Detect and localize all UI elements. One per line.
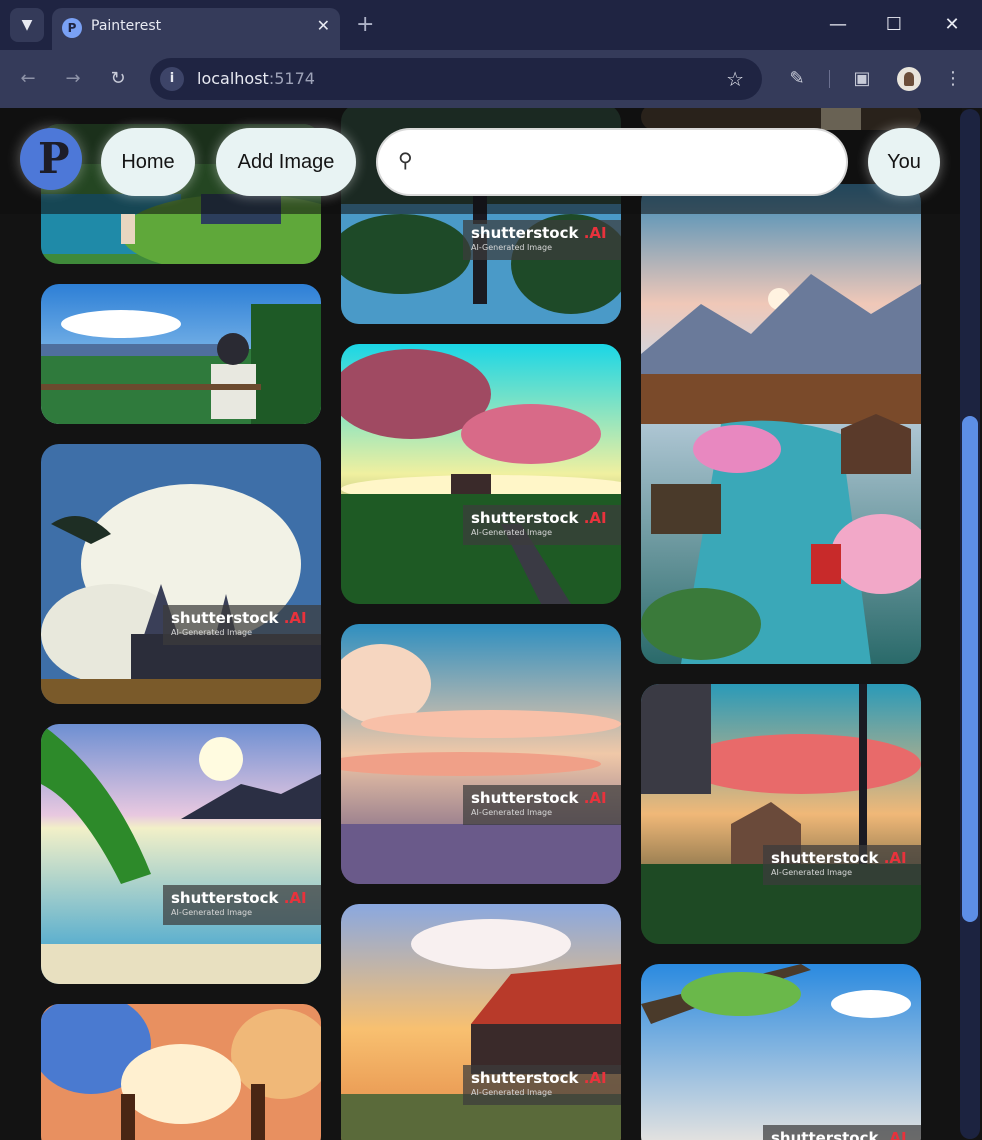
url-port: :5174 [268,69,315,88]
site-info-icon[interactable]: i [160,67,184,91]
watermark-subtitle: AI-Generated Image [471,528,553,537]
url-host: localhost [197,69,269,88]
browser-toolbar: ← → ↻ i localhost:5174 ☆ ✎ ▣ ⋮ [0,50,982,108]
minimize-icon[interactable]: — [823,12,853,38]
watermark: shutterstock .AI AI-Generated Image [163,605,321,645]
reload-icon[interactable]: ↻ [105,66,131,92]
address-bar[interactable]: i localhost:5174 ☆ [150,58,762,100]
pin-image[interactable]: shutterstock .AI AI-Generated Image [41,724,321,984]
watermark-subtitle: AI-Generated Image [171,628,253,637]
watermark-subtitle: AI-Generated Image [771,868,853,877]
pin-image[interactable] [41,1004,321,1140]
anime-castle-clouds-image [41,444,321,704]
watermark-brand: shutterstock .AI [771,1129,907,1140]
tab-title: Painterest [91,18,162,34]
you-button[interactable]: You [868,128,940,196]
watermark-brand: shutterstock .AI [471,1069,607,1087]
watermark-brand: shutterstock .AI [471,509,607,527]
pin-image[interactable]: shutterstock .AI AI-Generated Image [641,964,921,1140]
bookmark-star-icon[interactable]: ☆ [726,66,744,92]
anime-mountain-lake-village-image [641,184,921,664]
watermark-brand: shutterstock .AI [771,849,907,867]
search-input[interactable] [432,140,828,186]
close-tab-icon[interactable]: ✕ [317,17,330,35]
watermark: shutterstock .AI AI-Generated Image [463,505,621,545]
pin-image[interactable]: shutterstock .AI AI-Generated Image [341,344,621,604]
forward-icon[interactable]: → [60,66,86,92]
watermark: shutterstock .AI AI-Generated Image [763,845,921,885]
anime-blue-sky-branches-image [641,964,921,1140]
url-text[interactable]: localhost:5174 [197,69,315,89]
watermark: shutterstock .AI AI-Generated Image [463,220,621,260]
anime-girl-balcony-view-image [41,284,321,424]
cast-icon[interactable]: ▣ [849,66,875,92]
watermark-subtitle: AI-Generated Image [171,908,253,917]
back-icon[interactable]: ← [15,66,41,92]
pin-image[interactable] [641,184,921,664]
add-image-button[interactable]: Add Image [216,128,356,196]
watermark: shutterstock .AI AI-Generated Image [463,1065,621,1105]
watermark-brand: shutterstock .AI [471,224,607,242]
toolbar-divider [829,70,830,88]
search-bar[interactable]: ⚲ [378,130,846,194]
browser-tab[interactable]: P Painterest ✕ [52,8,340,50]
extensions-icon[interactable]: ✎ [784,66,810,92]
anime-tropical-sea-sun-image [41,724,321,984]
menu-icon[interactable]: ⋮ [940,66,966,92]
tab-list-icon[interactable]: ▼ [10,8,44,42]
watermark: shutterstock .AI AI-Generated Image [763,1125,921,1140]
logo-mark: P [38,134,70,183]
watermark: shutterstock .AI AI-Generated Image [463,785,621,825]
search-icon: ⚲ [398,148,413,172]
maximize-icon[interactable]: ☐ [879,12,909,38]
painterest-favicon: P [62,18,82,38]
browser-tab-bar: ▼ P Painterest ✕ + — ☐ ✕ [0,0,982,50]
pin-grid: shutterstock .AI AI-Generated Image shut… [0,108,982,1140]
pin-image[interactable] [41,284,321,424]
profile-avatar[interactable] [897,67,921,91]
pin-image[interactable]: shutterstock .AI AI-Generated Image [341,624,621,884]
home-button[interactable]: Home [101,128,195,196]
painterest-logo[interactable]: P [20,128,82,190]
anime-sunset-countryside-image [341,344,621,604]
watermark-brand: shutterstock .AI [471,789,607,807]
watermark: shutterstock .AI AI-Generated Image [163,885,321,925]
pin-image[interactable]: shutterstock .AI AI-Generated Image [641,684,921,944]
anime-pastel-sky-town-image [341,624,621,884]
anime-violin-swirls-image [41,1004,321,1140]
new-tab-icon[interactable]: + [356,12,374,38]
watermark-brand: shutterstock .AI [171,609,307,627]
pin-image[interactable]: shutterstock .AI AI-Generated Image [341,904,621,1140]
watermark-brand: shutterstock .AI [171,889,307,907]
watermark-subtitle: AI-Generated Image [471,243,553,252]
pin-image[interactable]: shutterstock .AI AI-Generated Image [41,444,321,704]
watermark-subtitle: AI-Generated Image [471,808,553,817]
scrollbar-thumb[interactable] [962,416,978,922]
watermark-subtitle: AI-Generated Image [471,1088,553,1097]
close-window-icon[interactable]: ✕ [937,12,967,38]
anime-power-lines-house-image [641,684,921,944]
